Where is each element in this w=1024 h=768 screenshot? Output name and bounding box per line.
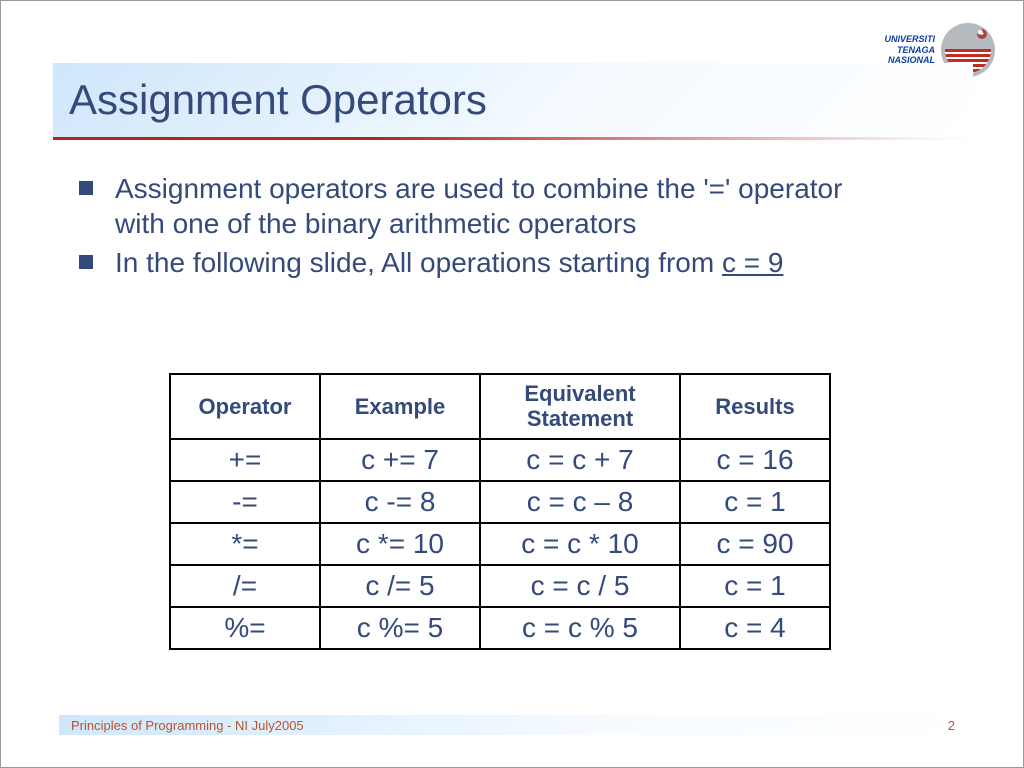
page-number: 2 — [948, 718, 955, 733]
cell-operator: -= — [170, 481, 320, 523]
cell-equiv: c = c + 7 — [480, 439, 680, 481]
cell-result: c = 4 — [680, 607, 830, 649]
table-row: -= c -= 8 c = c – 8 c = 1 — [170, 481, 830, 523]
table-row: %= c %= 5 c = c % 5 c = 4 — [170, 607, 830, 649]
cell-example: c /= 5 — [320, 565, 480, 607]
square-bullet-icon — [79, 255, 93, 269]
cell-example: c *= 10 — [320, 523, 480, 565]
logo-line2: TENAGA — [884, 45, 935, 55]
logo-text: UNIVERSITI TENAGA NASIONAL — [884, 34, 935, 65]
cell-example: c += 7 — [320, 439, 480, 481]
bullet-item: Assignment operators are used to combine… — [79, 171, 879, 241]
bullet-text-2: In the following slide, All operations s… — [115, 245, 783, 280]
logo-glint-icon: ✦ — [977, 29, 987, 39]
cell-equiv: c = c – 8 — [480, 481, 680, 523]
table-row: += c += 7 c = c + 7 c = 16 — [170, 439, 830, 481]
square-bullet-icon — [79, 181, 93, 195]
cell-result: c = 1 — [680, 565, 830, 607]
table-row: *= c *= 10 c = c * 10 c = 90 — [170, 523, 830, 565]
footer-bar: Principles of Programming - NI July2005 … — [59, 715, 967, 735]
th-operator: Operator — [170, 374, 320, 439]
cell-example: c -= 8 — [320, 481, 480, 523]
footer-text: Principles of Programming - NI July2005 — [71, 718, 304, 733]
operators-table: Operator Example Equivalent Statement Re… — [169, 373, 831, 650]
cell-example: c %= 5 — [320, 607, 480, 649]
bullet-item: In the following slide, All operations s… — [79, 245, 879, 280]
title-bar: Assignment Operators — [53, 63, 973, 137]
th-results: Results — [680, 374, 830, 439]
th-equivalent: Equivalent Statement — [480, 374, 680, 439]
cell-equiv: c = c / 5 — [480, 565, 680, 607]
th-example: Example — [320, 374, 480, 439]
cell-operator: *= — [170, 523, 320, 565]
bullet-list: Assignment operators are used to combine… — [79, 171, 879, 284]
logo-line1: UNIVERSITI — [884, 34, 935, 44]
bullet-2-pre: In the following slide, All operations s… — [115, 247, 722, 278]
bullet-text-1: Assignment operators are used to combine… — [115, 171, 879, 241]
cell-result: c = 1 — [680, 481, 830, 523]
table-row: /= c /= 5 c = c / 5 c = 1 — [170, 565, 830, 607]
slide: UNIVERSITI TENAGA NASIONAL ✦ Assignment … — [0, 0, 1024, 768]
table-header-row: Operator Example Equivalent Statement Re… — [170, 374, 830, 439]
cell-result: c = 90 — [680, 523, 830, 565]
bullet-2-underlined: c = 9 — [722, 247, 783, 278]
cell-result: c = 16 — [680, 439, 830, 481]
cell-equiv: c = c % 5 — [480, 607, 680, 649]
cell-operator: /= — [170, 565, 320, 607]
cell-equiv: c = c * 10 — [480, 523, 680, 565]
title-underline — [53, 137, 973, 140]
cell-operator: %= — [170, 607, 320, 649]
cell-operator: += — [170, 439, 320, 481]
operators-table-wrap: Operator Example Equivalent Statement Re… — [169, 373, 831, 650]
slide-title: Assignment Operators — [53, 76, 487, 124]
